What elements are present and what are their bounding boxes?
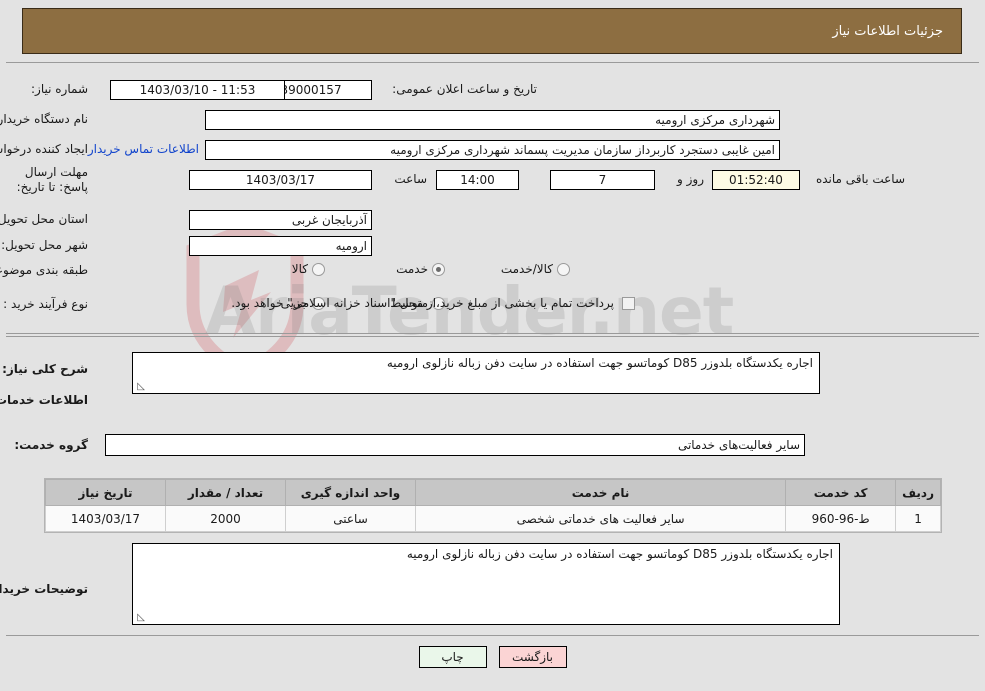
resize-grip-icon-2[interactable]: ◺ — [135, 613, 145, 623]
delivery-city-label-wrap: شهر محل تحویل: — [1, 238, 88, 252]
th-code: کد خدمت — [785, 479, 897, 506]
countdown-suffix: ساعت باقی مانده — [815, 172, 905, 186]
page-root: AriaTender.net جزئیات اطلاعات نیاز شماره… — [0, 0, 985, 691]
top-panel — [6, 62, 979, 334]
radio-khedmat-label: خدمت — [396, 262, 428, 276]
cell-date: 1403/03/17 — [45, 505, 166, 532]
delivery-province-field[interactable]: آذربایجان غربی — [189, 210, 372, 230]
buyer-org-label-wrap: نام دستگاه خریدار: — [0, 112, 88, 126]
deadline-date-field[interactable]: 1403/03/17 — [189, 170, 372, 190]
buyer-org-label: نام دستگاه خریدار: — [0, 112, 88, 126]
deadline-hour-field[interactable]: 14:00 — [436, 170, 519, 190]
purchase-process-label: نوع فرآیند خرید : — [3, 297, 88, 311]
delivery-city-field[interactable]: ارومیه — [189, 236, 372, 256]
print-button[interactable]: چاپ — [418, 646, 487, 668]
request-creator-label-wrap: ایجاد کننده درخواست: — [0, 142, 88, 156]
buyer-notes-label: توضیحات خریدار: — [0, 582, 88, 596]
countdown-field: 01:52:40 — [712, 170, 800, 190]
th-date: تاریخ نیاز — [45, 479, 166, 506]
radio-kala-icon[interactable] — [312, 262, 325, 276]
countdown-suffix-wrap: ساعت باقی مانده — [816, 172, 905, 186]
radio-kala-khedmat-icon[interactable] — [557, 262, 570, 276]
treasury-note-checkbox[interactable] — [622, 296, 635, 310]
resize-grip-icon[interactable]: ◺ — [135, 382, 145, 392]
purchase-process-label-wrap: نوع فرآیند خرید : — [3, 297, 88, 311]
page-title-bar: جزئیات اطلاعات نیاز — [22, 8, 962, 54]
subject-category-option-kala[interactable]: کالا — [278, 262, 325, 276]
deadline-days-suffix-wrap: روز و — [677, 172, 704, 186]
service-group-field[interactable]: سایر فعالیت‌های خدماتی — [105, 434, 805, 456]
announce-datetime-label-wrap: تاریخ و ساعت اعلان عمومی: — [392, 82, 537, 96]
deadline-label: مهلت ارسال پاسخ: تا تاریخ: — [16, 165, 88, 194]
services-section-title: اطلاعات خدمات مورد نیاز — [0, 393, 88, 407]
treasury-note-text: پرداخت تمام یا بخشی از مبلغ خرید،از محل … — [231, 296, 614, 310]
subject-category-option-kala-khedmat[interactable]: کالا/خدمت — [487, 262, 570, 276]
delivery-province-label: استان محل تحویل: — [0, 212, 88, 226]
page-title: جزئیات اطلاعات نیاز — [832, 23, 943, 39]
service-group-label: گروه خدمت: — [14, 438, 88, 452]
subject-category-label: طبقه بندی موضوعی: — [0, 263, 88, 277]
request-creator-label: ایجاد کننده درخواست: — [0, 142, 88, 156]
deadline-days-suffix: روز و — [677, 172, 704, 186]
back-button[interactable]: بازگشت — [498, 646, 567, 668]
buyer-org-field[interactable]: شهرداری مرکزی ارومیه — [205, 110, 780, 130]
buyer-notes-textarea[interactable]: اجاره یکدستگاه بلدوزر D85 کوماتسو جهت اس… — [132, 543, 840, 625]
need-number-label: شماره نیاز: — [31, 82, 88, 96]
request-creator-field-wrap: امین غایبی دستجرد کاربرداز سازمان مدیریت… — [205, 140, 780, 160]
countdown-field-wrap: 01:52:40 — [712, 170, 800, 190]
cell-quantity: 2000 — [165, 505, 286, 532]
buyer-notes-value: اجاره یکدستگاه بلدوزر D85 کوماتسو جهت اس… — [406, 547, 833, 561]
announce-datetime-field-wrap: 11:53 - 1403/03/10 — [110, 80, 285, 100]
subject-category-label-wrap: طبقه بندی موضوعی: — [0, 263, 88, 277]
button-bar: بازگشت چاپ — [0, 646, 985, 668]
request-creator-field[interactable]: امین غایبی دستجرد کاربرداز سازمان مدیریت… — [205, 140, 780, 160]
buyer-contact-link[interactable]: اطلاعات تماس خریدار — [88, 142, 199, 156]
treasury-note-row[interactable]: پرداخت تمام یا بخشی از مبلغ خرید،از محل … — [217, 296, 635, 310]
th-index: ردیف — [895, 479, 941, 506]
table-row: 1 ط-96-960 سایر فعالیت های خدماتی شخصی س… — [45, 505, 941, 532]
cell-code: ط-96-960 — [785, 505, 897, 532]
th-unit: واحد اندازه گیری — [285, 479, 416, 506]
table-header-row: ردیف کد خدمت نام خدمت واحد اندازه گیری ت… — [45, 479, 941, 506]
need-number-label-wrap: شماره نیاز: — [31, 82, 88, 96]
deadline-hour-label: ساعت — [394, 172, 427, 186]
radio-kala-label: کالا — [291, 262, 308, 276]
announce-datetime-label: تاریخ و ساعت اعلان عمومی: — [392, 82, 537, 96]
cell-index: 1 — [895, 505, 941, 532]
radio-kala-khedmat-label: کالا/خدمت — [500, 262, 553, 276]
subject-category-option-khedmat[interactable]: خدمت — [382, 262, 445, 276]
general-description-textarea[interactable]: اجاره یکدستگاه بلدوزر D85 کوماتسو جهت اس… — [132, 352, 820, 394]
deadline-label-wrap: مهلت ارسال پاسخ: تا تاریخ: — [2, 165, 88, 195]
delivery-province-field-wrap: آذربایجان غربی — [189, 210, 372, 230]
deadline-hour-label-wrap: ساعت — [394, 172, 427, 186]
services-table: ردیف کد خدمت نام خدمت واحد اندازه گیری ت… — [45, 479, 941, 532]
delivery-city-label: شهر محل تحویل: — [1, 238, 88, 252]
delivery-province-label-wrap: استان محل تحویل: — [0, 212, 88, 226]
cell-name: سایر فعالیت های خدماتی شخصی — [414, 505, 787, 532]
announce-datetime-field[interactable]: 11:53 - 1403/03/10 — [110, 80, 285, 100]
buyer-org-field-wrap: شهرداری مرکزی ارومیه — [205, 110, 780, 130]
delivery-city-field-wrap: ارومیه — [189, 236, 372, 256]
buyer-contact-link-wrap: اطلاعات تماس خریدار — [88, 142, 199, 156]
deadline-days-field-wrap: 7 — [550, 170, 655, 190]
deadline-date-field-wrap: 1403/03/17 — [189, 170, 372, 190]
service-group-field-wrap: سایر فعالیت‌های خدماتی — [105, 434, 805, 456]
th-quantity: تعداد / مقدار — [165, 479, 286, 506]
services-table-wrap: ردیف کد خدمت نام خدمت واحد اندازه گیری ت… — [44, 478, 942, 533]
th-name: نام خدمت — [414, 479, 787, 506]
radio-khedmat-icon[interactable] — [432, 262, 445, 276]
deadline-days-field[interactable]: 7 — [550, 170, 655, 190]
general-description-value: اجاره یکدستگاه بلدوزر D85 کوماتسو جهت اس… — [386, 356, 813, 370]
general-description-label: شرح کلی نیاز: — [2, 362, 88, 376]
deadline-hour-field-wrap: 14:00 — [436, 170, 519, 190]
cell-unit: ساعتی — [285, 505, 416, 532]
